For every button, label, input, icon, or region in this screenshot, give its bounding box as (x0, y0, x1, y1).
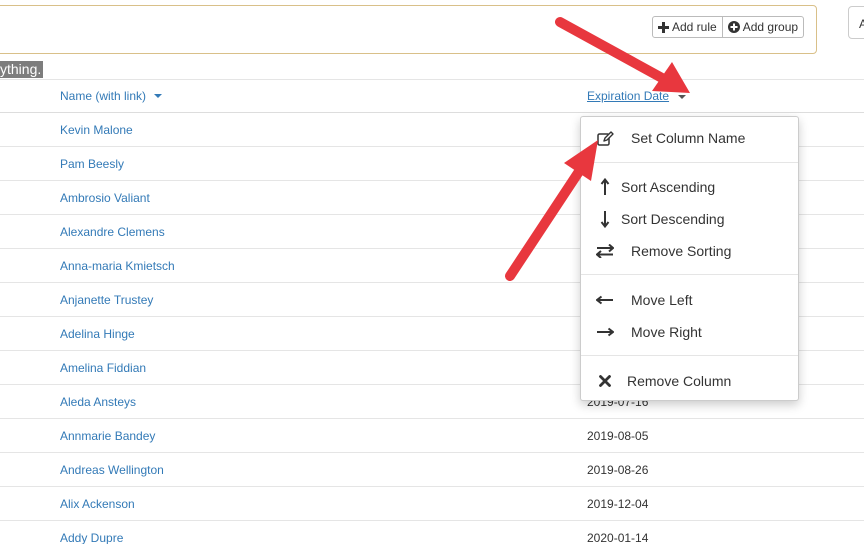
add-rule-button[interactable]: Add rule (652, 16, 723, 38)
person-name-link[interactable]: Ambrosio Valiant (60, 191, 150, 205)
column-header-name[interactable]: Name (with link) (60, 89, 163, 103)
menu-item-label: Sort Descending (621, 211, 725, 227)
filter-button-group: Add rule Add group (652, 16, 805, 38)
person-name-link[interactable]: Annmarie Bandey (60, 429, 155, 443)
caret-down-icon[interactable] (154, 94, 163, 98)
menu-divider (581, 274, 798, 275)
person-name-link[interactable]: Addy Dupre (60, 531, 123, 544)
menu-item-label: Move Left (631, 292, 693, 308)
menu-item-label: Set Column Name (631, 130, 746, 146)
menu-item-label: Remove Sorting (631, 243, 732, 259)
menu-item-label: Sort Ascending (621, 179, 716, 195)
column-header-name-label: Name (with link) (60, 89, 147, 103)
caret-down-icon[interactable] (678, 95, 686, 99)
close-icon (595, 373, 615, 389)
table-row: Annmarie Bandey 2019-08-05 (0, 419, 864, 453)
right-edge-button[interactable]: A (848, 6, 864, 39)
person-name-link[interactable]: Alix Ackenson (60, 497, 135, 511)
menu-item-label: Move Right (631, 324, 702, 340)
plus-circle-icon (727, 21, 740, 33)
expiration-date: 2019-08-26 (587, 463, 649, 477)
menu-item-move-left[interactable]: Move Left (581, 286, 798, 314)
expiration-date: 2020-01-14 (587, 531, 649, 544)
arrow-up-icon (595, 178, 615, 195)
menu-item-move-right[interactable]: Move Right (581, 318, 798, 346)
menu-item-set-column-name[interactable]: Set Column Name (581, 124, 798, 152)
person-name-link[interactable]: Andreas Wellington (60, 463, 164, 477)
table-row: Alix Ackenson 2019-12-04 (0, 487, 864, 521)
person-name-link[interactable]: Pam Beesly (60, 157, 124, 171)
exchange-icon (595, 243, 615, 259)
person-name-link[interactable]: Anna-maria Kmietsch (60, 259, 175, 273)
table-row: Andreas Wellington 2019-08-26 (0, 453, 864, 487)
person-name-link[interactable]: Aleda Ansteys (60, 395, 136, 409)
menu-divider (581, 162, 798, 163)
column-header-expiration[interactable]: Expiration Date (587, 89, 669, 103)
add-group-button[interactable]: Add group (722, 16, 805, 38)
expiration-date: 2019-08-05 (587, 429, 649, 443)
menu-item-label: Remove Column (627, 373, 732, 389)
menu-item-sort-ascending[interactable]: Sort Ascending (581, 173, 798, 201)
column-menu: Set Column Name Sort Ascending Sort Desc… (580, 116, 799, 401)
arrow-left-icon (595, 292, 615, 308)
person-name-link[interactable]: Adelina Hinge (60, 327, 135, 341)
add-group-label: Add group (742, 20, 799, 34)
person-name-link[interactable]: Alexandre Clemens (60, 225, 165, 239)
menu-item-remove-sorting[interactable]: Remove Sorting (581, 237, 798, 265)
selected-text: ything. (0, 61, 44, 78)
table-row: Addy Dupre 2020-01-14 (0, 521, 864, 544)
person-name-link[interactable]: Kevin Malone (60, 123, 133, 137)
arrow-right-icon (595, 324, 615, 340)
arrow-down-icon (595, 211, 615, 228)
plus-icon (658, 21, 669, 33)
add-rule-label: Add rule (672, 20, 717, 34)
person-name-link[interactable]: Amelina Fiddian (60, 361, 146, 375)
table-header-row: Name (with link) Expiration Date (0, 79, 864, 113)
edit-icon (595, 130, 615, 146)
menu-item-sort-descending[interactable]: Sort Descending (581, 205, 798, 233)
menu-item-remove-column[interactable]: Remove Column (581, 367, 798, 395)
person-name-link[interactable]: Anjanette Trustey (60, 293, 153, 307)
menu-divider (581, 355, 798, 356)
expiration-date: 2019-12-04 (587, 497, 649, 511)
